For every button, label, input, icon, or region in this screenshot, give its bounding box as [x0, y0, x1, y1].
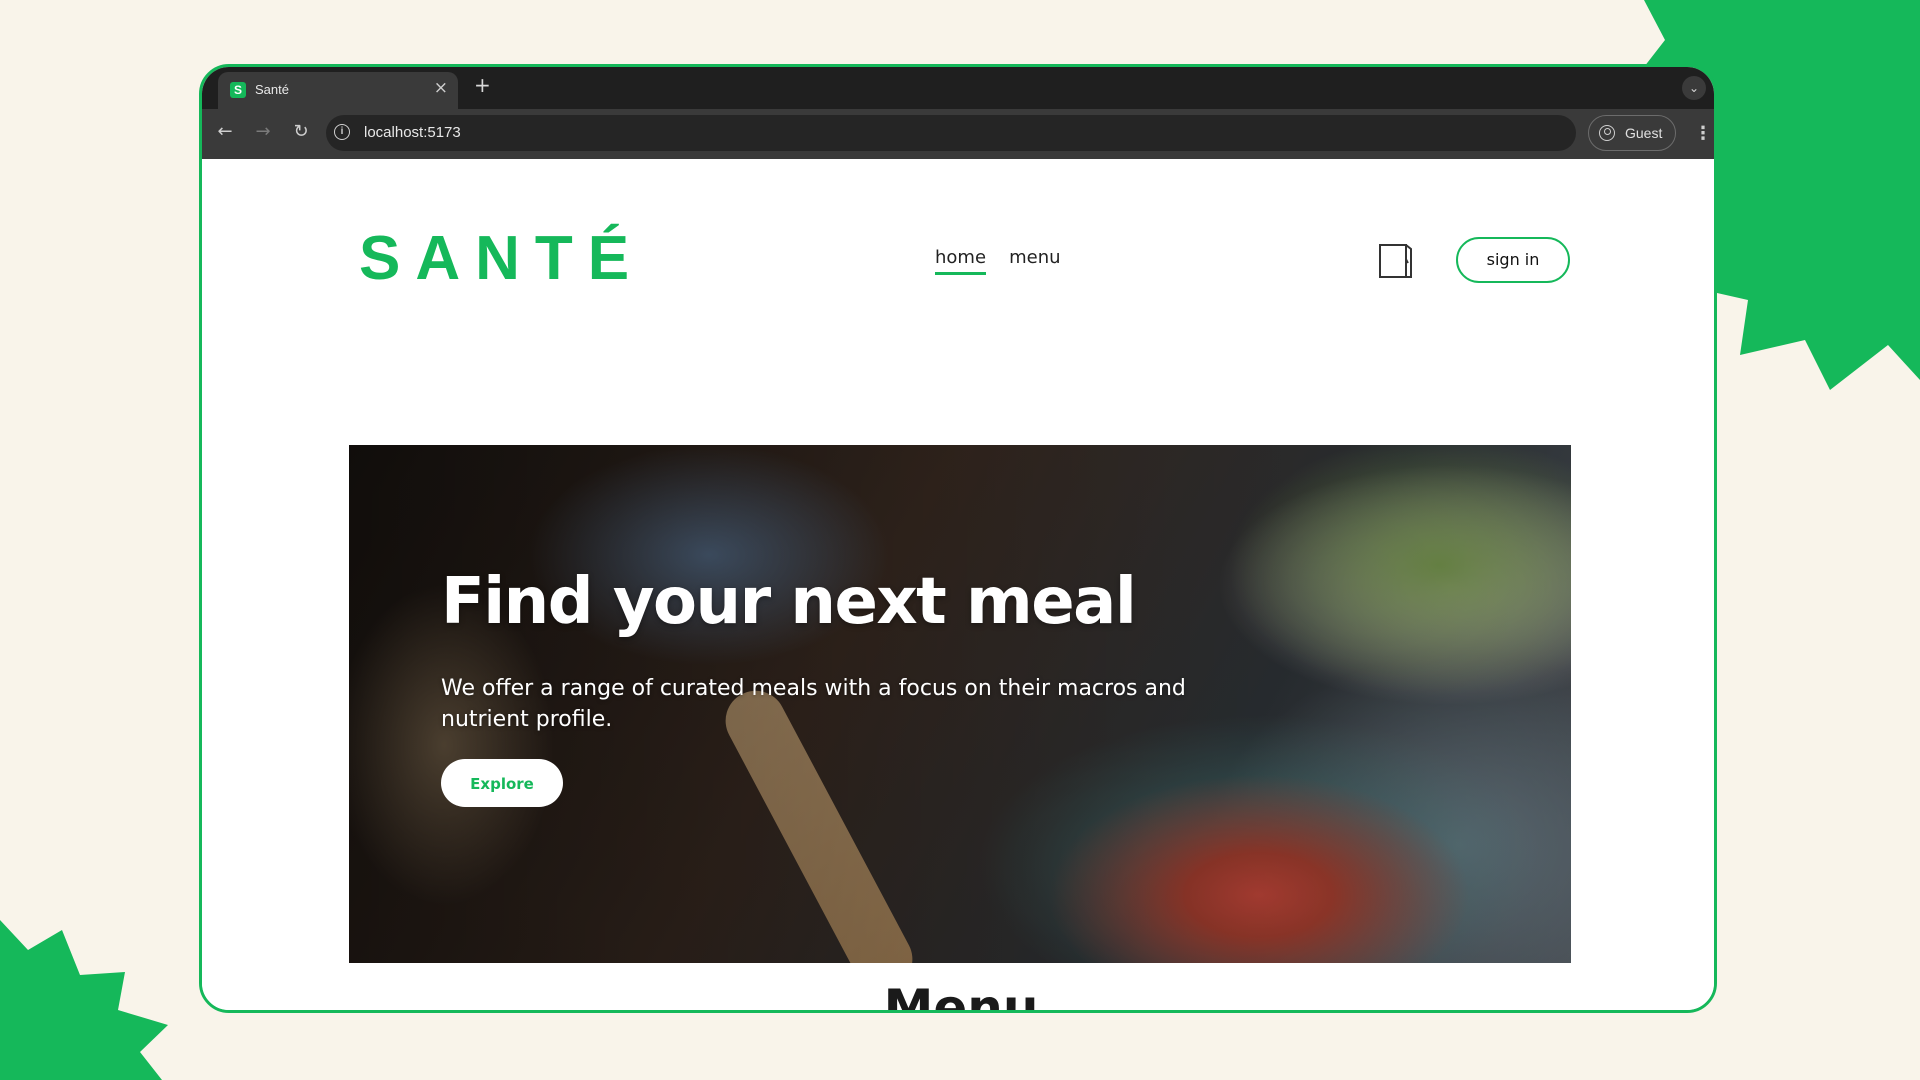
shopping-bag-icon[interactable] — [1376, 239, 1414, 285]
main-nav: home menu — [935, 247, 1079, 275]
menu-section-heading: Menu — [883, 979, 1039, 1013]
new-tab-button[interactable]: + — [474, 73, 491, 97]
nav-link-menu[interactable]: menu — [1009, 247, 1060, 272]
web-page: SANTÉ home menu sign in Find your next m… — [202, 159, 1714, 1013]
profile-button[interactable]: Guest — [1588, 115, 1676, 151]
profile-label: Guest — [1625, 125, 1663, 141]
address-url: localhost:5173 — [364, 124, 461, 141]
site-info-icon[interactable]: i — [334, 124, 350, 140]
profile-icon — [1599, 125, 1615, 141]
tab-search-chevron-icon[interactable]: ⌄ — [1682, 76, 1706, 100]
forward-arrow-icon[interactable]: → — [250, 121, 276, 147]
site-favicon: S — [230, 82, 246, 98]
back-arrow-icon[interactable]: ← — [212, 121, 238, 147]
more-options-icon[interactable]: ⋮ — [1694, 121, 1712, 147]
reload-icon[interactable]: ↻ — [288, 121, 314, 147]
browser-tab[interactable]: S Santé × — [218, 72, 458, 109]
site-logo[interactable]: SANTÉ — [359, 223, 644, 294]
decorative-burst-bottom-left — [0, 900, 180, 1080]
close-icon[interactable]: × — [434, 78, 448, 98]
nav-link-home[interactable]: home — [935, 247, 987, 275]
tab-bar: S Santé × + ⌄ — [202, 67, 1714, 109]
hero-banner: Find your next meal We offer a range of … — [349, 445, 1571, 963]
hero-title: Find your next meal — [441, 565, 1137, 639]
address-bar[interactable]: i localhost:5173 — [326, 115, 1576, 151]
explore-button[interactable]: Explore — [441, 759, 563, 807]
browser-window: S Santé × + ⌄ ← → ↻ i localhost:5173 Gue… — [199, 64, 1717, 1013]
hero-subtitle: We offer a range of curated meals with a… — [441, 676, 1186, 732]
browser-toolbar: ← → ↻ i localhost:5173 Guest ⋮ — [202, 109, 1714, 159]
tab-title: Santé — [255, 82, 289, 97]
sign-in-button[interactable]: sign in — [1456, 237, 1570, 283]
